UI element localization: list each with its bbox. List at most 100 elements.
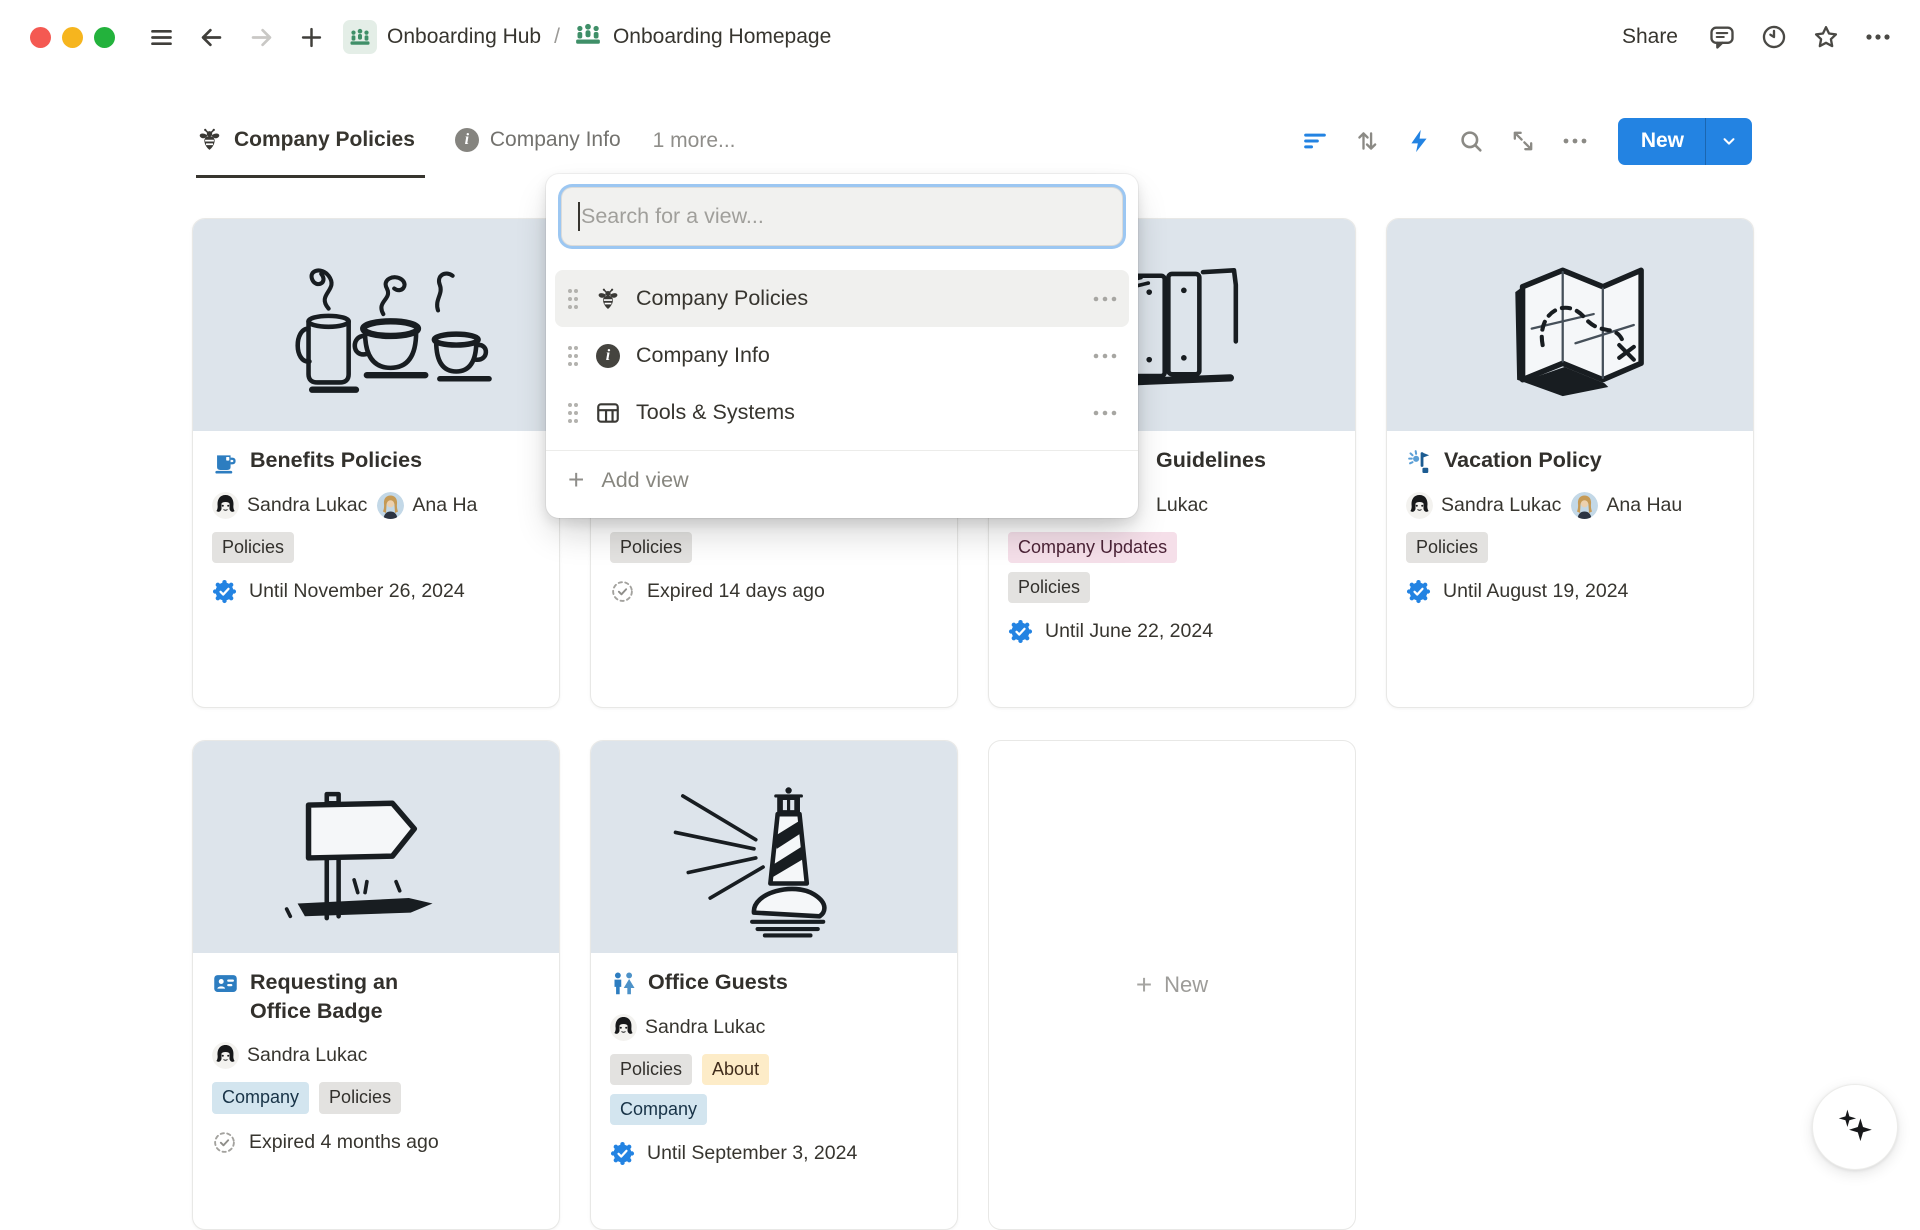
lighthouse-illustration <box>619 752 929 942</box>
card-vacation-policy[interactable]: Vacation Policy Sandra Lukac Ana Hau Pol… <box>1386 218 1754 708</box>
chevron-down-icon <box>1720 132 1738 150</box>
view-search-input[interactable] <box>561 187 1123 246</box>
plus-icon <box>298 24 325 51</box>
person-name: Sandra Lukac <box>645 1016 765 1039</box>
expand-view-button[interactable] <box>1502 120 1544 162</box>
automations-button[interactable] <box>1398 120 1440 162</box>
view-option-tools-systems[interactable]: Tools & Systems <box>555 384 1129 441</box>
new-card-button[interactable]: + New <box>988 740 1356 1230</box>
ellipsis-icon <box>1092 294 1118 304</box>
forward-button[interactable] <box>241 17 281 57</box>
view-option-company-policies[interactable]: Company Policies <box>555 270 1129 327</box>
coffee-mugs-illustration <box>221 230 531 420</box>
card-requesting-office-badge[interactable]: Requesting an Office Badge Sandra Lukac … <box>192 740 560 1230</box>
back-button[interactable] <box>191 17 231 57</box>
add-view-button[interactable]: + Add view <box>546 451 1138 509</box>
person-ana: Ana Ha <box>377 492 477 519</box>
bee-icon <box>595 286 621 312</box>
view-option-company-info[interactable]: i Company Info <box>555 327 1129 384</box>
comments-button[interactable] <box>1702 17 1742 57</box>
updates-button[interactable] <box>1754 17 1794 57</box>
person-sandra-lukac: Sandra Lukac <box>212 1042 367 1069</box>
sun-icon <box>1406 448 1433 475</box>
new-button[interactable]: New <box>1618 118 1705 165</box>
sort-arrows-icon <box>1353 127 1381 155</box>
tab-label: Company Policies <box>234 128 415 152</box>
card-title: Vacation Policy <box>1444 446 1602 475</box>
tag-company: Company <box>212 1082 309 1113</box>
notion-ai-button[interactable] <box>1812 1084 1898 1170</box>
favorite-button[interactable] <box>1806 17 1846 57</box>
minimize-window-button[interactable] <box>62 27 83 48</box>
close-window-button[interactable] <box>30 27 51 48</box>
breadcrumb: Onboarding Hub / Onboarding Homepage <box>343 19 831 55</box>
new-page-button[interactable] <box>291 17 331 57</box>
breadcrumb-onboarding-homepage[interactable]: Onboarding Homepage <box>573 19 831 55</box>
share-button[interactable]: Share <box>1622 25 1678 49</box>
view-option-more-button[interactable] <box>1092 408 1118 418</box>
avatar <box>212 492 239 519</box>
sparkles-icon <box>1829 1101 1881 1153</box>
tag-policies: Policies <box>610 532 692 563</box>
card-title: Guidelines <box>1156 446 1266 475</box>
add-view-label: Add view <box>601 468 688 493</box>
date-label: Until June 22, 2024 <box>1045 620 1213 643</box>
ellipsis-icon <box>1092 351 1118 361</box>
drag-handle[interactable] <box>566 343 580 369</box>
tag-company-updates: Company Updates <box>1008 532 1177 563</box>
back-arrow-icon <box>198 24 225 51</box>
person-name: Sandra Lukac <box>247 494 367 517</box>
person-name: Ana Ha <box>412 494 477 517</box>
id-badge-icon <box>212 970 239 997</box>
page-more-button[interactable] <box>1858 17 1898 57</box>
card-benefits-policies[interactable]: Benefits Policies Sandra Lukac Ana Ha Po… <box>192 218 560 708</box>
verified-date-icon <box>1406 579 1431 604</box>
person-name: Sandra Lukac <box>247 1044 367 1067</box>
tab-company-info[interactable]: i Company Info <box>455 104 621 178</box>
view-options-button[interactable] <box>1554 120 1596 162</box>
more-views-button[interactable]: 1 more... <box>653 129 736 153</box>
verified-date-icon <box>1008 619 1033 644</box>
view-search-dropdown: Company Policies i Company Info Tools & … <box>546 174 1138 518</box>
view-option-more-button[interactable] <box>1092 294 1118 304</box>
table-icon <box>595 400 621 426</box>
search-view-button[interactable] <box>1450 120 1492 162</box>
avatar <box>212 1042 239 1069</box>
sidebar-menu-button[interactable] <box>141 17 181 57</box>
view-option-label: Tools & Systems <box>636 400 795 425</box>
breadcrumb-onboarding-hub[interactable]: Onboarding Hub <box>343 20 541 54</box>
signpost-illustration <box>221 752 531 942</box>
new-button-dropdown[interactable] <box>1706 118 1752 165</box>
person-ana: Ana Hau <box>1571 492 1682 519</box>
zoom-window-button[interactable] <box>94 27 115 48</box>
date-label: Until November 26, 2024 <box>249 580 465 603</box>
avatar <box>610 1014 637 1041</box>
tag-company: Company <box>610 1094 707 1125</box>
breadcrumb-page-label: Onboarding Homepage <box>613 25 831 49</box>
info-icon: i <box>455 128 479 152</box>
window-topbar: Onboarding Hub / Onboarding Homepage Sha… <box>0 0 1920 74</box>
expired-date-icon <box>212 1130 237 1155</box>
drag-handle[interactable] <box>566 400 580 426</box>
tab-label: Company Info <box>490 128 621 152</box>
mug-icon <box>212 448 239 475</box>
breadcrumb-separator: / <box>551 25 563 49</box>
filter-button[interactable] <box>1294 120 1336 162</box>
card-cover <box>193 741 559 953</box>
person-sandra-lukac: Sandra Lukac <box>610 1014 765 1041</box>
text-caret <box>578 202 580 231</box>
sort-button[interactable] <box>1346 120 1388 162</box>
forward-arrow-icon <box>248 24 275 51</box>
treasure-map-illustration <box>1415 230 1725 420</box>
drag-handle[interactable] <box>566 286 580 312</box>
hamburger-icon <box>148 24 175 51</box>
date-label: Until September 3, 2024 <box>647 1142 857 1165</box>
plus-icon: + <box>1136 969 1152 1001</box>
person-name: Ana Hau <box>1606 494 1682 517</box>
tag-policies: Policies <box>1406 532 1488 563</box>
tab-company-policies[interactable]: Company Policies <box>196 104 425 178</box>
ellipsis-icon <box>1562 136 1588 146</box>
view-option-more-button[interactable] <box>1092 351 1118 361</box>
star-icon <box>1812 23 1840 51</box>
card-office-guests[interactable]: Office Guests Sandra Lukac Policies Abou… <box>590 740 958 1230</box>
